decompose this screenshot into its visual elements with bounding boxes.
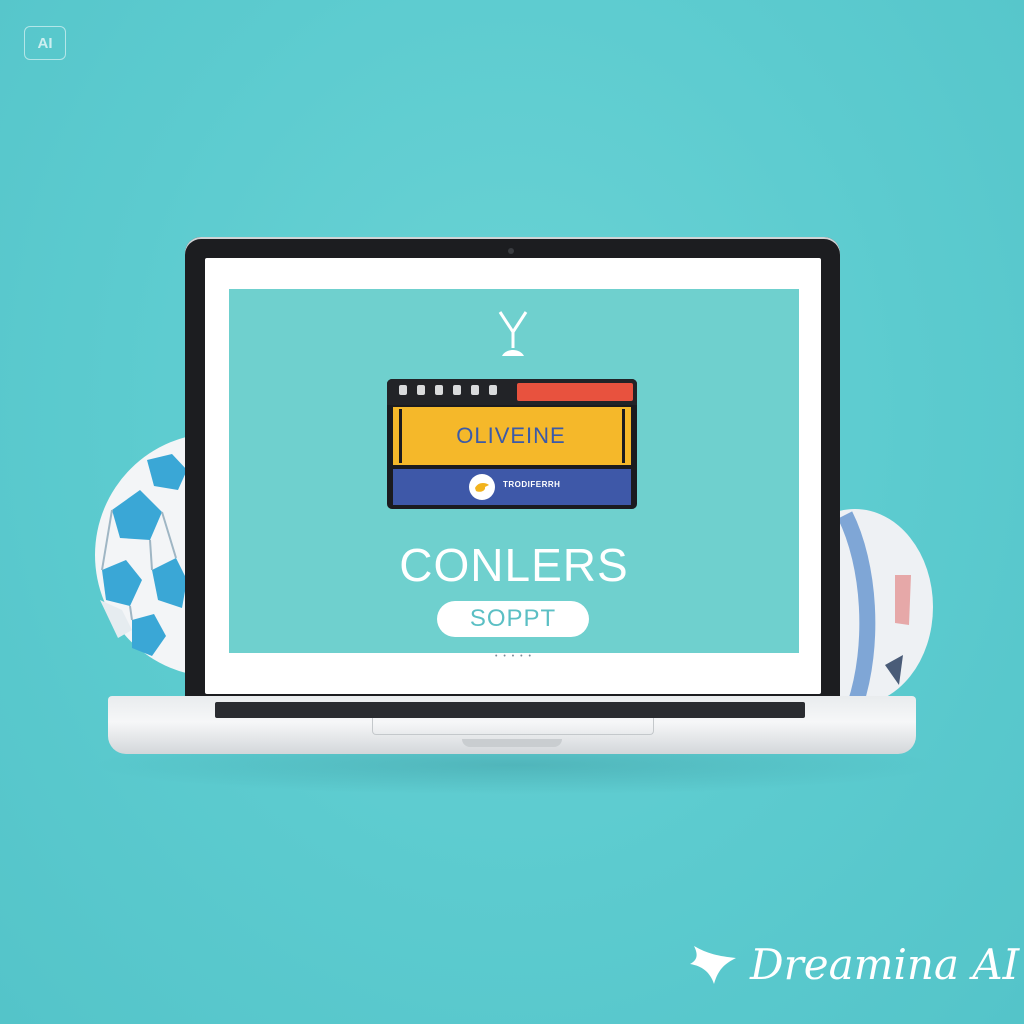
window-yellow-panel: OLIVEINE (393, 407, 631, 465)
goblet-logo-icon (498, 311, 528, 356)
toolbar-icon[interactable] (453, 385, 461, 395)
toolbar-icons (399, 385, 497, 395)
window-headline: OLIVEINE (456, 423, 566, 448)
support-button[interactable]: SOPPT (437, 601, 589, 637)
camera (508, 248, 514, 254)
keyboard (215, 702, 805, 718)
window-caption: TRODIFERRH (503, 480, 561, 489)
toolbar-icon[interactable] (435, 385, 443, 395)
toolbar-icon[interactable] (399, 385, 407, 395)
window-blue-panel: TRODIFERRH (393, 469, 631, 505)
window-red-bar (517, 383, 633, 401)
watermark-text: Dreamina AI (750, 939, 1020, 989)
window-toolbar (387, 379, 637, 405)
panel-edge-left (399, 409, 402, 463)
bird-icon (475, 483, 489, 492)
dreamina-star-icon (690, 946, 736, 984)
page-title: CONLERS (399, 539, 629, 591)
ai-badge: AI (24, 26, 66, 60)
toolbar-icon[interactable] (471, 385, 479, 395)
avatar (469, 474, 495, 500)
app-window-card: OLIVEINE TRODIFERRH (387, 379, 637, 509)
toolbar-icon[interactable] (417, 385, 425, 395)
watermark: Dreamina AI (688, 936, 1019, 992)
lid-notch (462, 739, 562, 747)
trackpad (372, 718, 654, 735)
pagination-dots: • • • • • (494, 653, 534, 660)
panel-edge-right (622, 409, 625, 463)
toolbar-icon[interactable] (489, 385, 497, 395)
